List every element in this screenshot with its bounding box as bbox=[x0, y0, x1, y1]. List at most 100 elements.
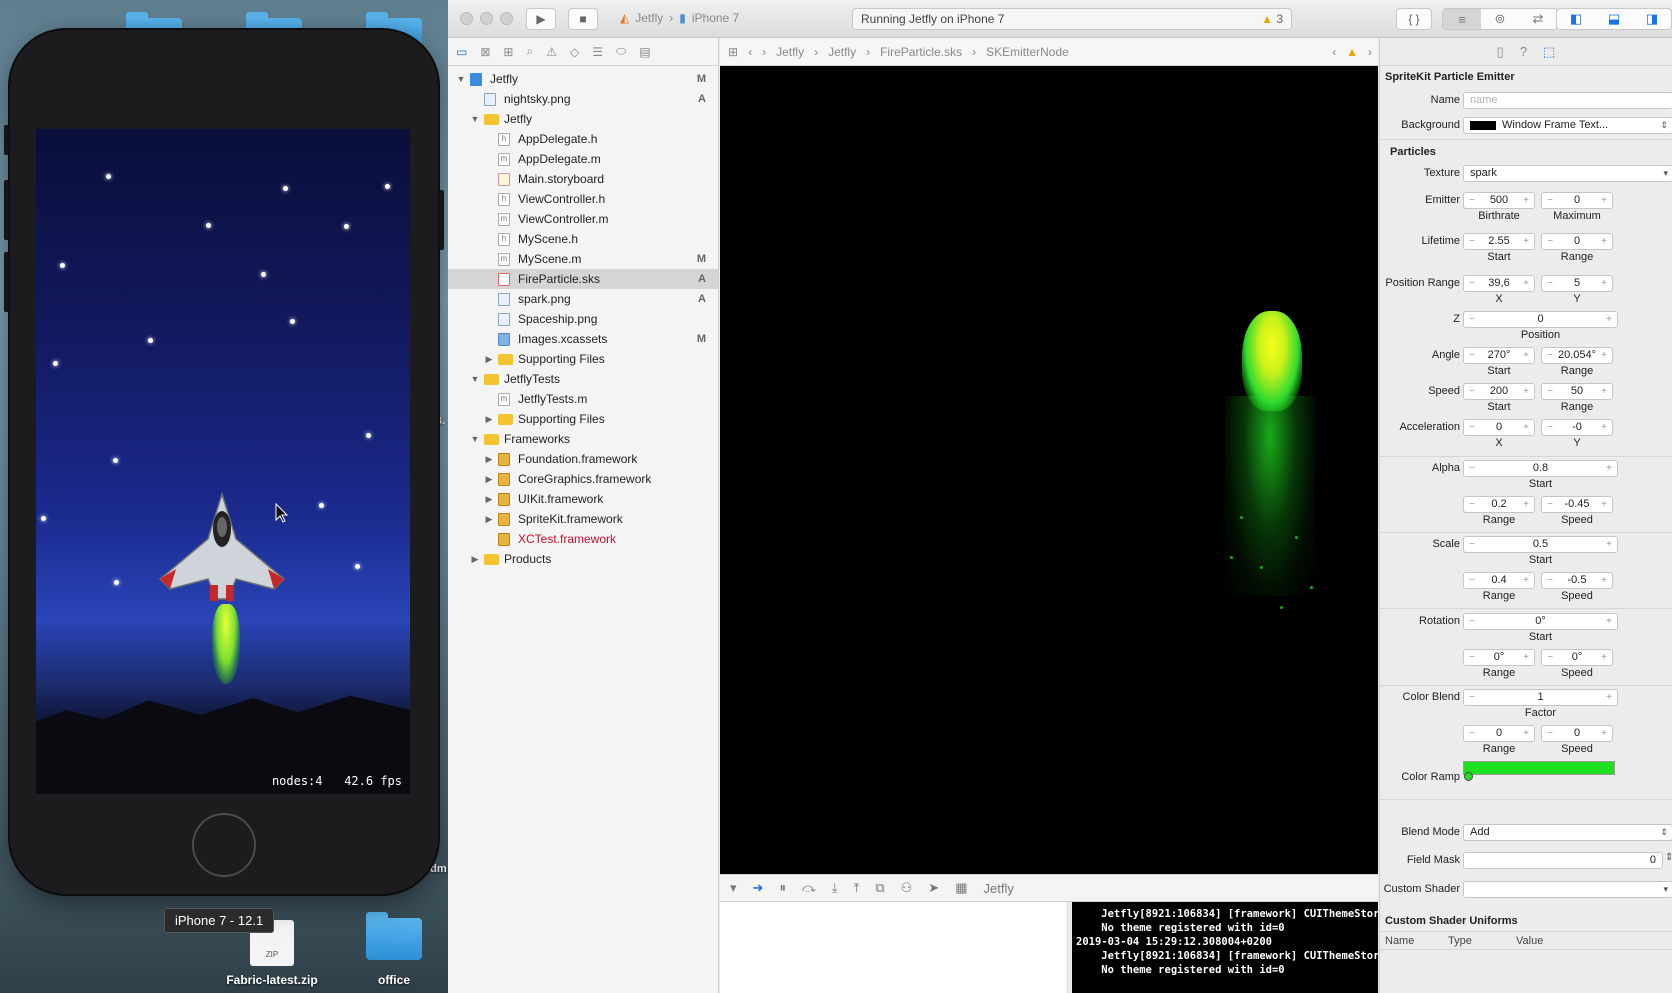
file-tree-row[interactable]: h ViewController.h bbox=[448, 189, 718, 209]
file-tree-row[interactable]: ▼ Jetfly M bbox=[448, 69, 718, 89]
zoom-window-button[interactable] bbox=[500, 12, 513, 25]
forward-arrow-icon[interactable]: › bbox=[762, 45, 766, 59]
office-folder-icon[interactable] bbox=[366, 912, 422, 960]
file-tree-row[interactable]: h MyScene.h bbox=[448, 229, 718, 249]
attributes-inspector-icon[interactable]: ⬚ bbox=[1543, 44, 1555, 60]
lifetime-start-stepper[interactable]: −2.55 + bbox=[1463, 233, 1535, 250]
breadcrumb-node[interactable]: SKEmitterNode bbox=[986, 45, 1069, 59]
file-inspector-icon[interactable]: ▯ bbox=[1497, 44, 1504, 60]
disclosure-closed-icon[interactable]: ▶ bbox=[484, 449, 494, 469]
library-button[interactable]: { } bbox=[1396, 8, 1432, 30]
file-tree-row[interactable]: ▶ SpriteKit.framework bbox=[448, 509, 718, 529]
disclosure-closed-icon[interactable]: ▶ bbox=[484, 349, 494, 369]
breakpoint-icon[interactable]: ⬭ bbox=[616, 44, 626, 59]
file-tree-row[interactable]: ▼ Jetfly bbox=[448, 109, 718, 129]
run-button[interactable]: ▶ bbox=[526, 8, 556, 30]
disclosure-closed-icon[interactable]: ▶ bbox=[484, 469, 494, 489]
step-into-icon[interactable]: ⤓ bbox=[832, 880, 838, 896]
custom-shader-combobox[interactable]: ▾ bbox=[1463, 881, 1672, 898]
step-over-icon[interactable]: ⤼ bbox=[802, 880, 816, 896]
back-arrow-icon[interactable]: ‹ bbox=[748, 45, 752, 59]
breadcrumb-file[interactable]: FireParticle.sks bbox=[880, 45, 962, 59]
file-tree-row[interactable]: h AppDelegate.h bbox=[448, 129, 718, 149]
rotation-range-stepper[interactable]: −0° + bbox=[1463, 649, 1535, 666]
folder-icon[interactable]: ▭ bbox=[456, 45, 467, 59]
editor-mode-segmented[interactable]: ≡ ⊚ ⇄ bbox=[1442, 8, 1558, 30]
debug-target-label[interactable]: Jetfly bbox=[984, 881, 1014, 896]
alpha-speed-stepper[interactable]: − -0.45 + bbox=[1541, 496, 1613, 513]
birthrate-stepper[interactable]: −500 + bbox=[1463, 192, 1535, 209]
angle-start-stepper[interactable]: −270° + bbox=[1463, 347, 1535, 364]
view-debugger-icon[interactable]: ⧉ bbox=[875, 880, 884, 896]
scheme-project[interactable]: Jetfly bbox=[635, 11, 663, 25]
background-color-popup[interactable]: Window Frame Text... ⇕ bbox=[1463, 117, 1672, 134]
previous-issue-icon[interactable]: ‹ bbox=[1332, 45, 1336, 59]
debug-icon[interactable]: ☰ bbox=[592, 45, 603, 59]
test-icon[interactable]: ◇ bbox=[570, 45, 579, 59]
disclosure-closed-icon[interactable]: ▶ bbox=[484, 509, 494, 529]
lifetime-range-stepper[interactable]: −0 + bbox=[1541, 233, 1613, 250]
scale-start-stepper[interactable]: −0.5 + bbox=[1463, 536, 1618, 553]
speed-start-stepper[interactable]: −200 + bbox=[1463, 383, 1535, 400]
simulator-screen[interactable]: nodes:4 42.6 fps bbox=[36, 129, 410, 794]
inspector-toggle-icon[interactable]: ◨ bbox=[1633, 9, 1671, 29]
breadcrumb-group[interactable]: Jetfly bbox=[828, 45, 856, 59]
memory-graph-icon[interactable]: ⚇ bbox=[901, 880, 913, 896]
file-tree-row[interactable]: Images.xcassets M bbox=[448, 329, 718, 349]
related-items-icon[interactable]: ⊞ bbox=[728, 45, 738, 59]
position-y-stepper[interactable]: −5 + bbox=[1541, 275, 1613, 292]
panel-toggle-segmented[interactable]: ◧ ⬓ ◨ bbox=[1556, 8, 1672, 30]
disclosure-closed-icon[interactable]: ▶ bbox=[484, 489, 494, 509]
file-tree-row[interactable]: XCTest.framework bbox=[448, 529, 718, 549]
file-tree-row[interactable]: FireParticle.sks A bbox=[448, 269, 718, 289]
console-output[interactable]: Jetfly[8921:106834] [framework] CUITheme… bbox=[1072, 902, 1392, 993]
issue-icon[interactable]: ⚠ bbox=[546, 45, 557, 59]
angle-range-stepper[interactable]: −20.054° + bbox=[1541, 347, 1613, 364]
disclosure-open-icon[interactable]: ▼ bbox=[470, 369, 480, 389]
color-blend-range-stepper[interactable]: −0 + bbox=[1463, 725, 1535, 742]
color-ramp-stop[interactable] bbox=[1464, 772, 1473, 781]
alpha-start-stepper[interactable]: −0.8 + bbox=[1463, 460, 1618, 477]
standard-editor-icon[interactable]: ≡ bbox=[1443, 9, 1481, 29]
file-tree-row[interactable]: m MyScene.m M bbox=[448, 249, 718, 269]
name-field[interactable]: name bbox=[1463, 92, 1672, 109]
file-tree-row[interactable]: Main.storyboard bbox=[448, 169, 718, 189]
file-tree-row[interactable]: m AppDelegate.m bbox=[448, 149, 718, 169]
version-editor-icon[interactable]: ⇄ bbox=[1519, 9, 1557, 29]
file-tree-row[interactable]: ▶ Foundation.framework bbox=[448, 449, 718, 469]
acceleration-y-stepper[interactable]: − -0 + bbox=[1541, 419, 1613, 436]
file-tree-row[interactable]: m ViewController.m bbox=[448, 209, 718, 229]
file-tree-row[interactable]: ▶ CoreGraphics.framework bbox=[448, 469, 718, 489]
rotation-speed-stepper[interactable]: −0° + bbox=[1541, 649, 1613, 666]
disclosure-open-icon[interactable]: ▼ bbox=[456, 69, 466, 89]
column-type[interactable]: Type bbox=[1448, 935, 1472, 947]
file-tree-row[interactable]: Spaceship.png bbox=[448, 309, 718, 329]
desktop-item-label[interactable]: Fabric-latest.zip bbox=[216, 973, 328, 987]
file-tree-row[interactable]: ▶ Supporting Files bbox=[448, 349, 718, 369]
speed-range-stepper[interactable]: −50 + bbox=[1541, 383, 1613, 400]
acceleration-x-stepper[interactable]: −0 + bbox=[1463, 419, 1535, 436]
debug-area-toggle-icon[interactable]: ⬓ bbox=[1595, 9, 1633, 29]
color-blend-speed-stepper[interactable]: −0 + bbox=[1541, 725, 1613, 742]
alpha-range-stepper[interactable]: −0.2 + bbox=[1463, 496, 1535, 513]
scheme-device[interactable]: iPhone 7 bbox=[692, 11, 739, 25]
blend-mode-popup[interactable]: Add ⇕ bbox=[1463, 824, 1672, 841]
field-mask-field[interactable]: 0 bbox=[1463, 852, 1663, 869]
position-x-stepper[interactable]: −39,6 + bbox=[1463, 275, 1535, 292]
disclosure-closed-icon[interactable]: ▶ bbox=[470, 549, 480, 569]
disclosure-closed-icon[interactable]: ▶ bbox=[484, 409, 494, 429]
volume-up-button[interactable] bbox=[4, 180, 9, 240]
breakpoints-toggle-icon[interactable]: ➜ bbox=[753, 880, 764, 896]
file-tree-row[interactable]: ▼ Frameworks bbox=[448, 429, 718, 449]
navigator-toggle-icon[interactable]: ◧ bbox=[1557, 9, 1595, 29]
scale-speed-stepper[interactable]: − -0.5 + bbox=[1541, 572, 1613, 589]
warning-icon[interactable]: ▲ bbox=[1346, 45, 1358, 59]
location-icon[interactable]: ➤ bbox=[928, 880, 939, 896]
minimize-window-button[interactable] bbox=[480, 12, 493, 25]
file-tree-row[interactable]: ▶ UIKit.framework bbox=[448, 489, 718, 509]
breadcrumb-project[interactable]: Jetfly bbox=[776, 45, 804, 59]
disclosure-open-icon[interactable]: ▼ bbox=[470, 109, 480, 129]
file-tree-row[interactable]: ▶ Products bbox=[448, 549, 718, 569]
pause-icon[interactable]: ⏸ bbox=[779, 880, 786, 896]
close-window-button[interactable] bbox=[460, 12, 473, 25]
